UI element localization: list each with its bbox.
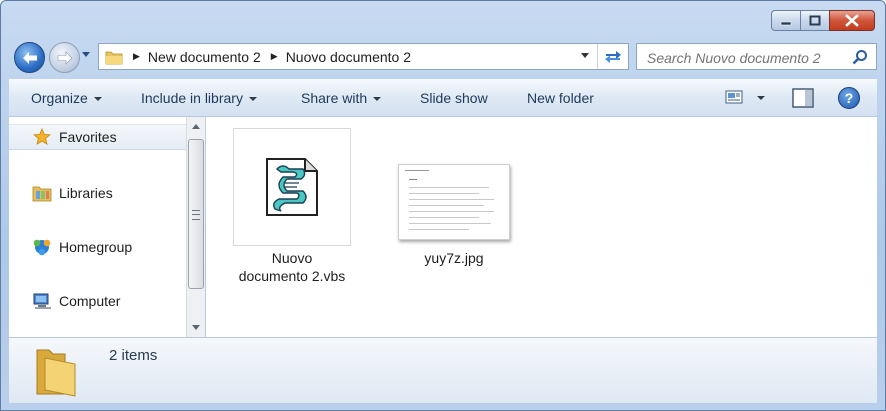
script-icon [266,158,318,216]
sidebar-item-libraries[interactable]: Libraries [9,180,186,206]
file-name: Nuovo documento 2.vbs [232,249,352,285]
explorer-window: ▶ New documento 2 ▶ Nuovo documento 2 Or… [0,0,886,411]
new-folder-button[interactable]: New folder [527,90,594,106]
change-view-icon[interactable] [725,89,743,105]
scroll-up-icon[interactable] [192,124,200,129]
command-bar: Organize Include in library Share with S… [9,78,877,117]
breadcrumb-item[interactable]: New documento 2 [148,49,261,65]
slide-show-button[interactable]: Slide show [420,90,488,106]
file-list: Nuovo documento 2.vbs yuy7z.jpg [206,117,877,337]
grip-icon [192,210,200,220]
share-with-menu[interactable]: Share with [301,90,382,106]
sidebar-item-label: Computer [59,293,121,309]
navigation-pane: Favorites Libraries Homegroup Computer [9,117,186,337]
include-in-library-menu[interactable]: Include in library [141,90,257,106]
maximize-icon [809,15,821,26]
sidebar-item-homegroup[interactable]: Homegroup [9,234,186,260]
title-buttons [771,10,875,31]
help-icon[interactable]: ? [838,87,860,109]
sidebar-item-label: Homegroup [59,239,133,255]
navigation-pane-scrollbar[interactable] [186,117,205,337]
sidebar-item-label: Libraries [59,185,113,201]
chevron-down-icon [248,97,257,102]
file-thumbnail-frame [233,128,351,246]
arrow-left-icon [22,51,37,64]
scroll-down-icon[interactable] [192,325,200,330]
star-icon [32,127,52,147]
sidebar-item-computer[interactable]: Computer [9,288,186,314]
organize-label: Organize [31,90,88,106]
close-button[interactable] [829,10,875,31]
organize-menu[interactable]: Organize [31,90,102,106]
close-icon [845,14,859,27]
sidebar-item-favorites[interactable]: Favorites [9,124,186,150]
file-name-line: documento 2.vbs [238,268,346,284]
back-button[interactable] [14,42,45,73]
folder-icon [36,349,76,397]
maximize-button[interactable] [800,10,829,31]
arrow-right-icon [57,50,72,65]
search-box[interactable] [636,43,877,70]
computer-icon [32,291,52,311]
address-dropdown-icon[interactable] [580,52,590,60]
item-count: 2 items [109,347,158,364]
file-item[interactable]: yuy7z.jpg [394,164,514,267]
libraries-icon [32,183,52,203]
file-item[interactable]: Nuovo documento 2.vbs [232,128,352,285]
include-in-library-label: Include in library [141,90,243,106]
chevron-right-icon[interactable]: ▶ [133,51,140,62]
folder-icon [105,51,123,64]
breadcrumb-item[interactable]: Nuovo documento 2 [286,49,411,65]
scrollbar-thumb[interactable] [188,139,204,289]
file-name: yuy7z.jpg [424,250,484,266]
minimize-button[interactable] [771,10,800,31]
homegroup-icon [32,237,52,257]
address-bar[interactable]: ▶ New documento 2 ▶ Nuovo documento 2 [98,43,629,70]
search-input[interactable] [645,45,849,70]
details-pane: 2 items [9,337,877,403]
search-icon[interactable] [852,49,868,65]
forward-button[interactable] [49,42,80,73]
chevron-down-icon [373,97,382,102]
preview-pane-icon[interactable] [792,88,814,108]
refresh-button[interactable] [597,44,628,69]
view-options-dropdown-icon[interactable] [757,96,765,100]
file-name-line: Nuovo [271,250,313,266]
refresh-icon [605,50,621,63]
sidebar-item-label: Favorites [59,129,117,145]
chevron-right-icon[interactable]: ▶ [271,51,278,62]
recent-pages-dropdown-icon[interactable] [81,51,91,59]
share-with-label: Share with [301,90,368,106]
minimize-icon [780,21,792,25]
image-thumbnail [398,164,510,240]
chevron-down-icon [93,97,102,102]
